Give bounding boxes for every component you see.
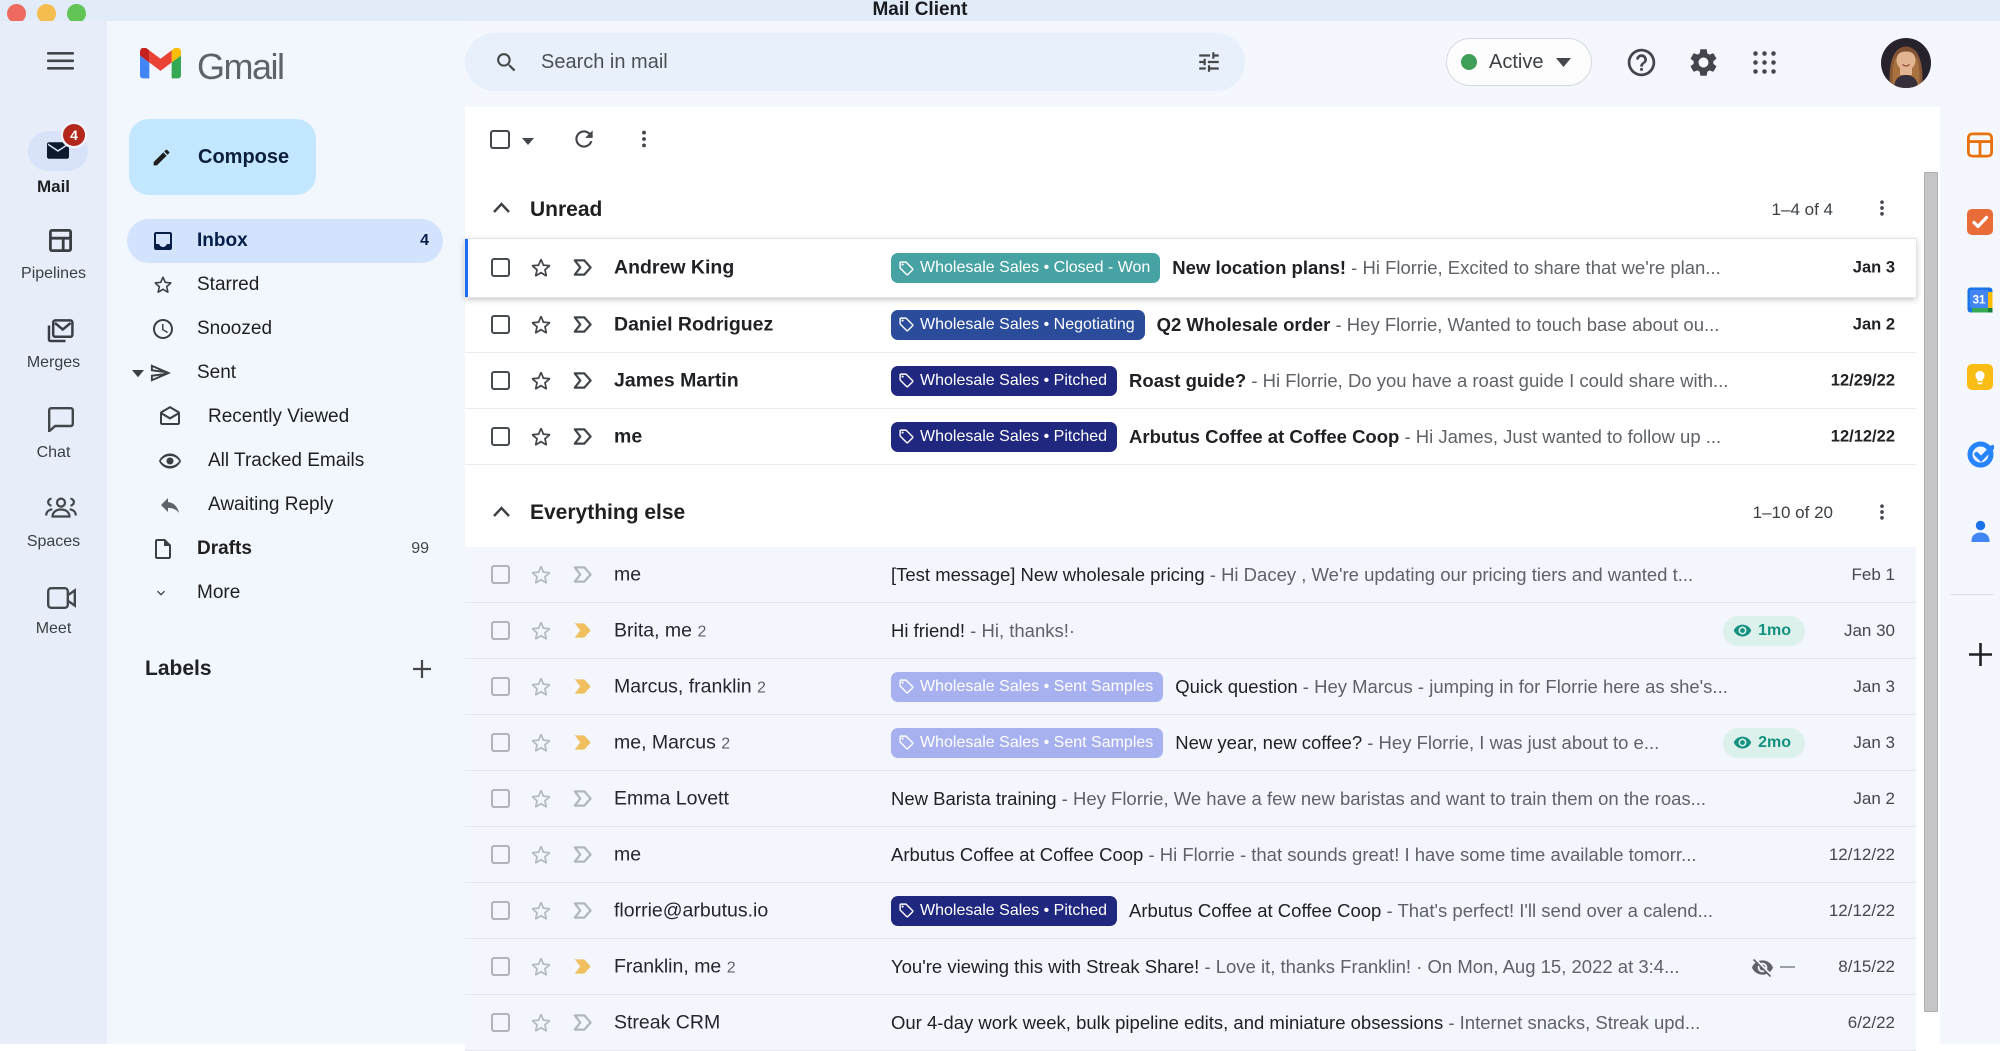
svg-text:31: 31	[1973, 295, 1986, 307]
